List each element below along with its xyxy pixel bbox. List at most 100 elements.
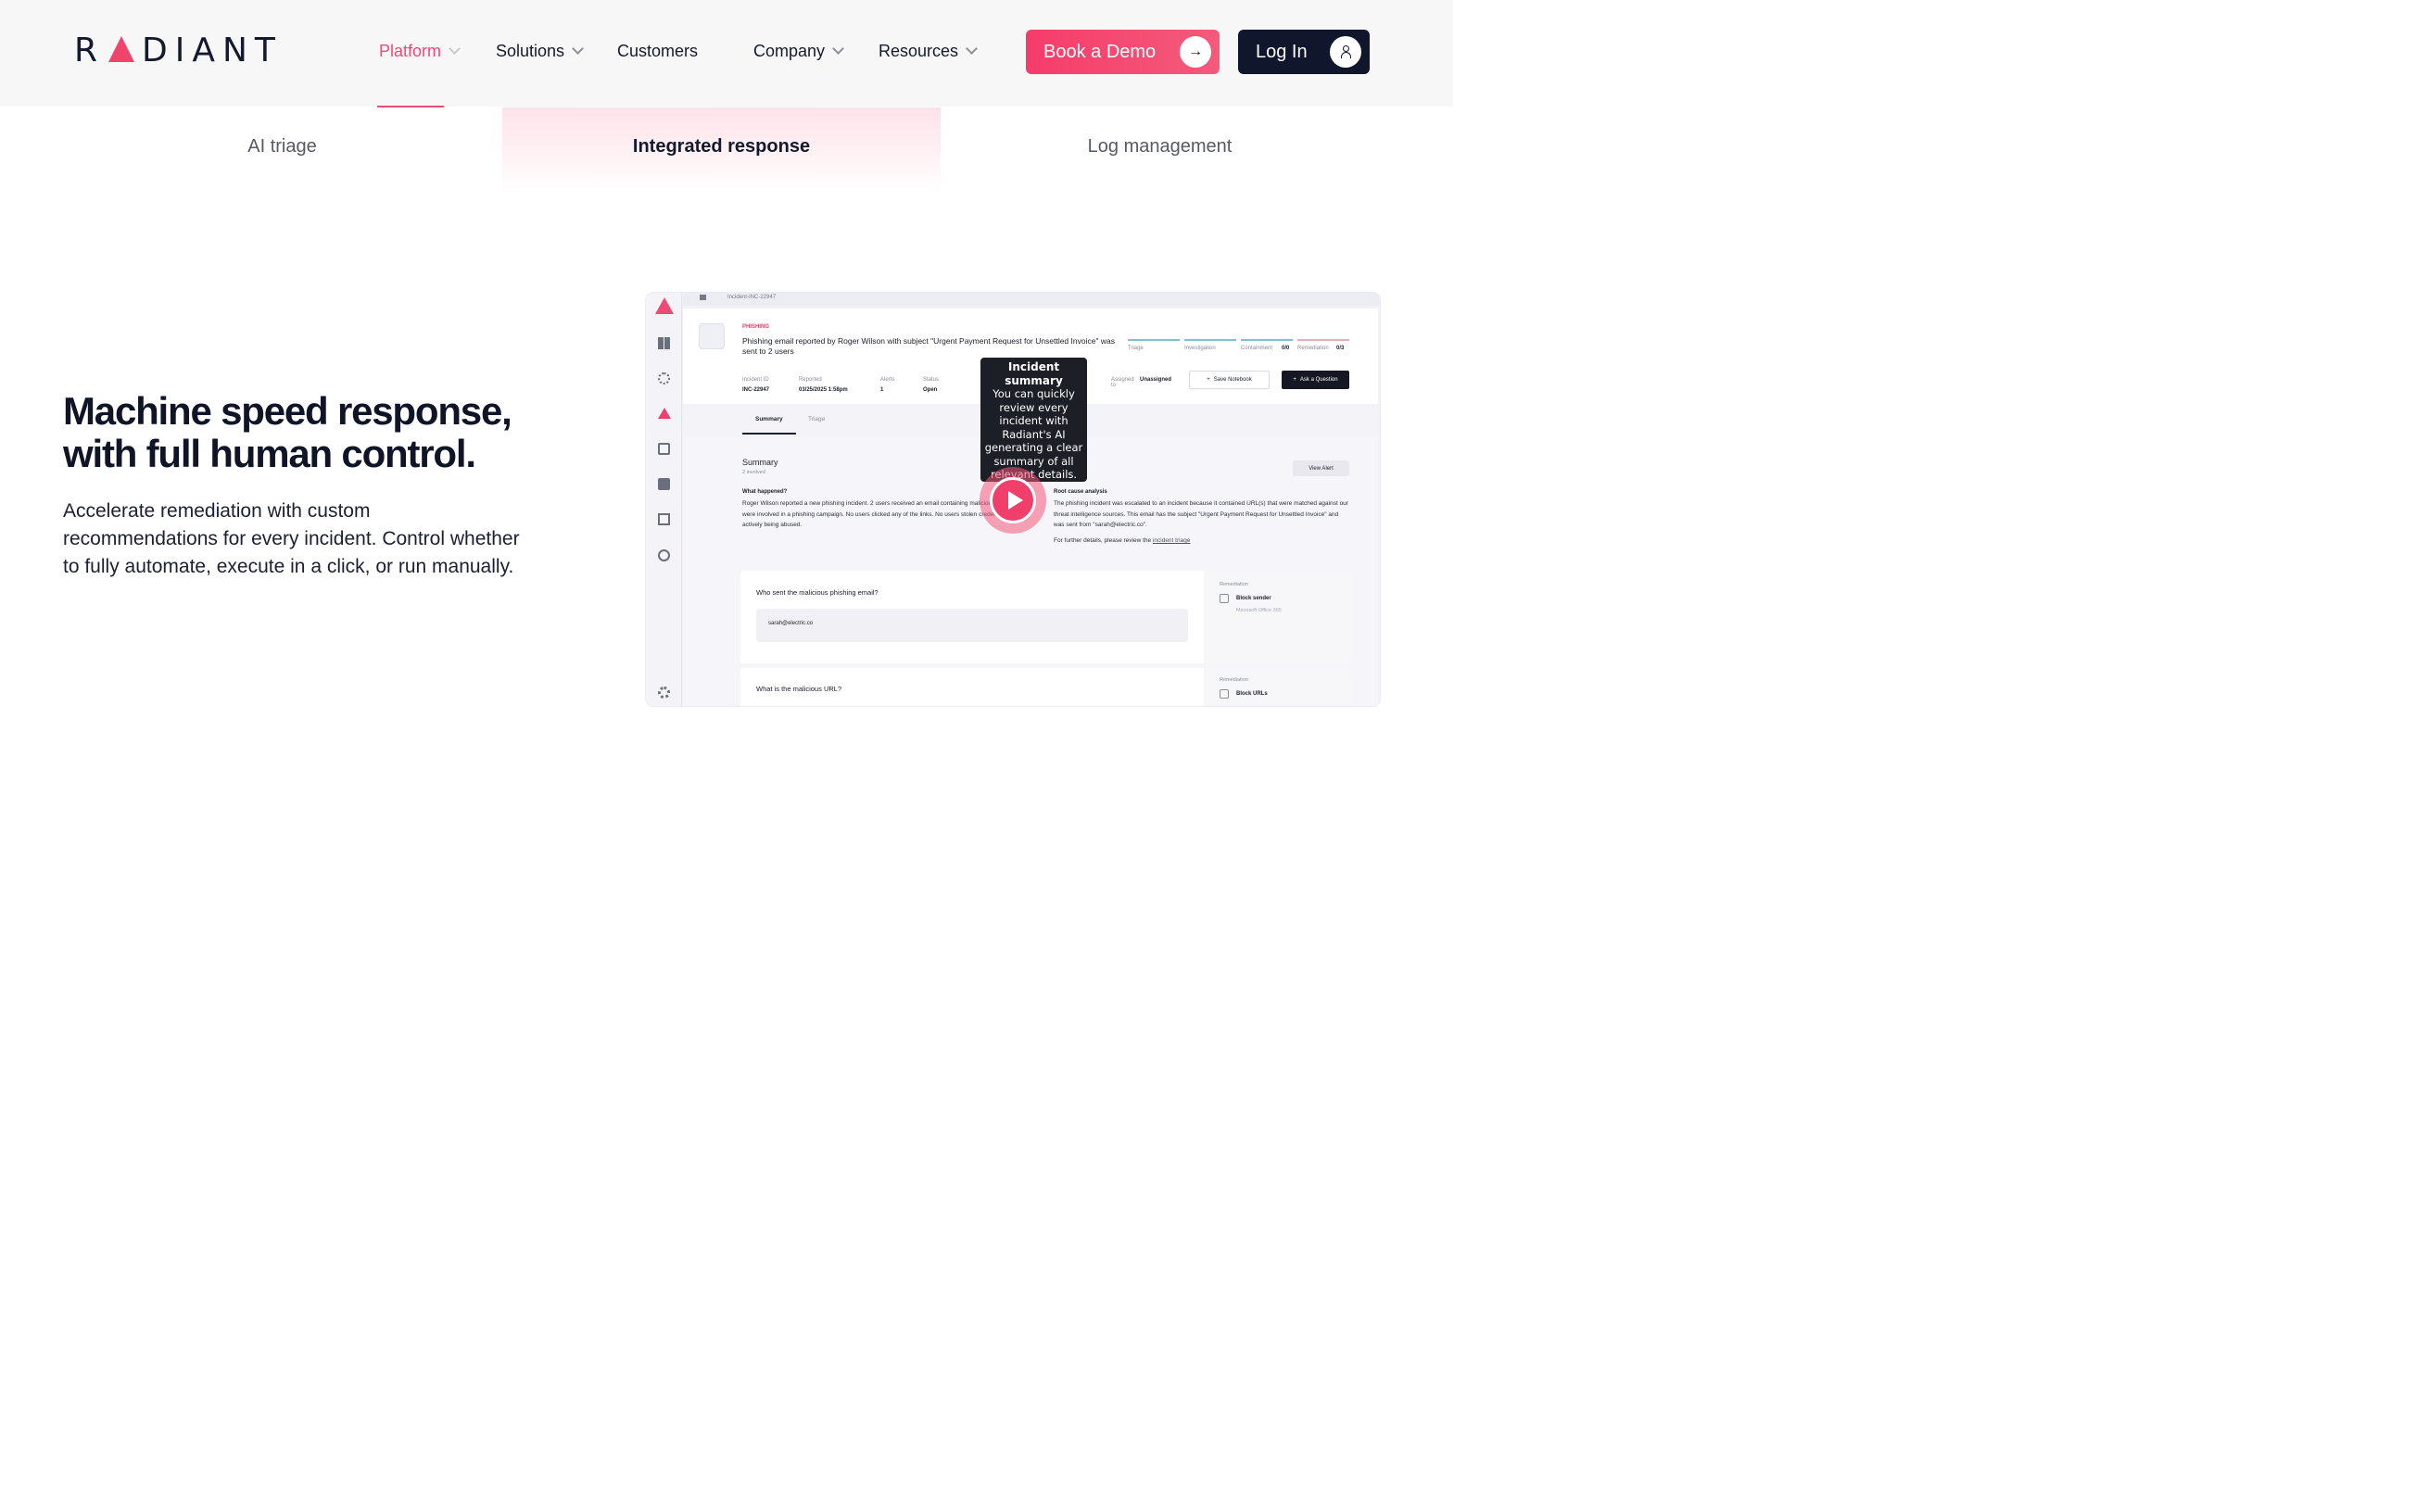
arrow-right-icon: → <box>1180 36 1211 68</box>
login-label: Log In <box>1256 41 1308 62</box>
ask-question-button[interactable]: + Ask a Question <box>1282 371 1349 389</box>
question-2: What is the malicious URL? <box>756 685 842 693</box>
remediation-panel: Remediation Block URLs <box>1204 668 1350 706</box>
phishing-hook-icon <box>699 323 725 349</box>
book-demo-label: Book a Demo <box>1043 41 1157 62</box>
question-card: Who sent the malicious phishing email? s… <box>740 571 1350 663</box>
assigned-label: Assigned to <box>1111 377 1134 388</box>
chevron-down-icon <box>449 43 461 55</box>
ask-question-label: Ask a Question <box>1299 377 1338 383</box>
what-happened-label: What happened? <box>742 489 788 495</box>
play-icon <box>990 477 1036 523</box>
logo-wordmark: R DIANT <box>74 32 283 69</box>
nav-solutions[interactable]: Solutions <box>496 42 584 61</box>
nav-resources-label: Resources <box>879 42 959 60</box>
nav-resources[interactable]: Resources <box>879 42 978 61</box>
incident-triage-link[interactable]: incident triage <box>1153 537 1190 544</box>
home-icon <box>700 295 706 300</box>
stage-containment-value: 0/0 <box>1282 346 1290 351</box>
search-icon <box>658 549 670 561</box>
view-alert-label: View Alert <box>1309 465 1334 472</box>
root-cause-text: The phishing incident was escalated to a… <box>1054 500 1348 528</box>
gear-icon <box>658 687 670 699</box>
hierarchy-icon <box>658 443 670 455</box>
stage-remediation: Remediation <box>1297 346 1329 351</box>
meta-status-label: Status <box>923 377 940 383</box>
meta-alerts-label: Alerts <box>880 377 895 383</box>
tab-integrated-response-label: Integrated response <box>632 135 811 157</box>
alert-icon <box>658 408 671 419</box>
summary-sub: 2 involved <box>742 470 765 475</box>
answer-value: sarah@electric.co <box>768 621 814 626</box>
meta-status-value[interactable]: Open <box>923 387 937 393</box>
tooltip-body: You can quickly review every incident wi… <box>984 387 1083 481</box>
remediation-panel: Remediation Block sender Microsoft Offic… <box>1204 571 1350 663</box>
tab-ai-triage-label: AI triage <box>247 135 317 157</box>
save-notebook-button[interactable]: + Save Notebook <box>1189 371 1270 389</box>
question-card: What is the malicious URL? Remediation B… <box>740 668 1350 706</box>
chevron-down-icon <box>572 43 584 55</box>
incident-summary-tooltip: Incident summary You can quickly review … <box>980 358 1087 482</box>
layout-icon <box>658 513 670 525</box>
view-alert-button[interactable]: View Alert <box>1293 460 1349 476</box>
meta-alerts-value: 1 <box>880 387 884 393</box>
stage-bar-investigation <box>1184 339 1236 341</box>
tooltip-title: Incident summary <box>1005 360 1063 387</box>
chevron-down-icon <box>832 43 844 55</box>
stage-bar-containment <box>1241 339 1293 341</box>
nav-platform[interactable]: Platform <box>379 42 461 61</box>
meta-incident-id-value: INC-22947 <box>742 387 770 393</box>
nav-company[interactable]: Company <box>753 42 844 61</box>
nav-platform-label: Platform <box>379 42 442 60</box>
tab-log-management[interactable]: Log management <box>941 107 1379 193</box>
save-notebook-label: Save Notebook <box>1213 377 1252 383</box>
meta-reported-value: 03/25/2025 1:58pm <box>799 387 848 393</box>
hero-body: Accelerate remediation with custom recom… <box>63 500 520 577</box>
site-header: R DIANT Platform Solutions Customers Comp… <box>0 0 1453 107</box>
app-logo-icon <box>655 297 674 314</box>
radiant-logo[interactable]: R DIANT <box>74 32 283 69</box>
radar-icon <box>658 372 670 384</box>
remediation-label: Remediation <box>1220 582 1248 587</box>
tab-triage[interactable]: Triage <box>808 416 825 422</box>
breadcrumb-incident: Incident-INC-22947 <box>727 295 777 300</box>
nav-company-label: Company <box>753 42 826 60</box>
login-button[interactable]: Log In <box>1238 30 1370 74</box>
tab-integrated-response[interactable]: Integrated response <box>502 107 941 193</box>
stage-bar-remediation <box>1297 339 1349 341</box>
tab-ai-triage[interactable]: AI triage <box>63 107 501 193</box>
logo-a-triangle-icon <box>108 36 135 62</box>
assigned-value[interactable]: Unassigned <box>1140 377 1171 383</box>
stage-remediation-value: 0/3 <box>1336 346 1345 351</box>
stage-triage: Triage <box>1128 346 1144 351</box>
tab-summary-underline <box>742 433 796 435</box>
user-icon <box>1330 36 1361 68</box>
remediation-action[interactable]: Block URLs <box>1236 691 1268 697</box>
dashboard-icon <box>658 337 670 349</box>
remediation-label: Remediation <box>1220 677 1248 683</box>
play-action-icon <box>1220 689 1229 699</box>
plus-icon: + <box>1207 377 1210 383</box>
incident-title: Phishing email reported by Roger Wilson … <box>742 336 1115 356</box>
nav-customers[interactable]: Customers <box>617 42 698 61</box>
stage-bar-triage <box>1128 339 1180 341</box>
plus-icon: + <box>1293 377 1296 383</box>
summary-title: Summary <box>742 458 778 467</box>
stage-containment: Containment <box>1241 346 1273 351</box>
further-details: For further details, please review the i… <box>1054 537 1190 544</box>
video-play-button[interactable] <box>980 467 1046 534</box>
meta-incident-id-label: Incident ID <box>742 377 769 383</box>
tab-summary[interactable]: Summary <box>755 416 783 422</box>
tab-log-management-label: Log management <box>1087 135 1233 157</box>
question-1: Who sent the malicious phishing email? <box>756 588 879 597</box>
root-cause-label: Root cause analysis <box>1054 489 1107 495</box>
hero-title: Machine speed response, with full human … <box>63 389 512 475</box>
app-sidebar <box>646 293 682 706</box>
chevron-down-icon <box>966 43 978 55</box>
nav-solutions-label: Solutions <box>496 42 565 60</box>
book-demo-button[interactable]: Book a Demo → <box>1026 30 1220 74</box>
answer-field: sarah@electric.co <box>756 609 1188 642</box>
incident-category: PHISHING <box>742 324 770 330</box>
play-action-icon <box>1220 594 1229 603</box>
remediation-action[interactable]: Block sender <box>1236 596 1271 601</box>
